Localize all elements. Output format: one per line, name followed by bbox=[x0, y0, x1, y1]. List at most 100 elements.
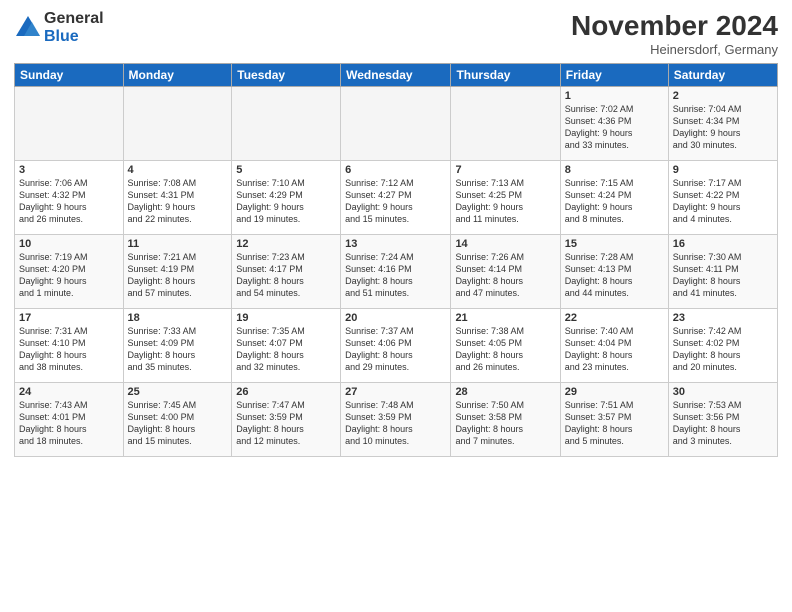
day-info: Sunrise: 7:21 AM Sunset: 4:19 PM Dayligh… bbox=[128, 251, 228, 300]
col-tuesday: Tuesday bbox=[232, 64, 341, 87]
col-friday: Friday bbox=[560, 64, 668, 87]
day-number: 29 bbox=[565, 386, 664, 398]
day-cell: 22Sunrise: 7:40 AM Sunset: 4:04 PM Dayli… bbox=[560, 309, 668, 383]
day-info: Sunrise: 7:53 AM Sunset: 3:56 PM Dayligh… bbox=[673, 399, 773, 448]
day-number: 18 bbox=[128, 312, 228, 324]
day-info: Sunrise: 7:13 AM Sunset: 4:25 PM Dayligh… bbox=[455, 177, 555, 226]
day-cell: 21Sunrise: 7:38 AM Sunset: 4:05 PM Dayli… bbox=[451, 309, 560, 383]
col-sunday: Sunday bbox=[15, 64, 124, 87]
day-info: Sunrise: 7:10 AM Sunset: 4:29 PM Dayligh… bbox=[236, 177, 336, 226]
day-number: 20 bbox=[345, 312, 446, 324]
day-cell: 14Sunrise: 7:26 AM Sunset: 4:14 PM Dayli… bbox=[451, 235, 560, 309]
day-number: 6 bbox=[345, 164, 446, 176]
day-cell: 11Sunrise: 7:21 AM Sunset: 4:19 PM Dayli… bbox=[123, 235, 232, 309]
logo-blue: Blue bbox=[44, 28, 104, 46]
logo-text: General Blue bbox=[44, 10, 104, 45]
day-number: 28 bbox=[455, 386, 555, 398]
day-cell: 24Sunrise: 7:43 AM Sunset: 4:01 PM Dayli… bbox=[15, 383, 124, 457]
day-cell: 10Sunrise: 7:19 AM Sunset: 4:20 PM Dayli… bbox=[15, 235, 124, 309]
day-info: Sunrise: 7:15 AM Sunset: 4:24 PM Dayligh… bbox=[565, 177, 664, 226]
day-number: 17 bbox=[19, 312, 119, 324]
header-row: Sunday Monday Tuesday Wednesday Thursday… bbox=[15, 64, 778, 87]
day-info: Sunrise: 7:51 AM Sunset: 3:57 PM Dayligh… bbox=[565, 399, 664, 448]
day-info: Sunrise: 7:42 AM Sunset: 4:02 PM Dayligh… bbox=[673, 325, 773, 374]
day-cell: 26Sunrise: 7:47 AM Sunset: 3:59 PM Dayli… bbox=[232, 383, 341, 457]
day-cell: 5Sunrise: 7:10 AM Sunset: 4:29 PM Daylig… bbox=[232, 161, 341, 235]
day-cell bbox=[451, 87, 560, 161]
day-number: 10 bbox=[19, 238, 119, 250]
day-info: Sunrise: 7:23 AM Sunset: 4:17 PM Dayligh… bbox=[236, 251, 336, 300]
day-number: 5 bbox=[236, 164, 336, 176]
day-info: Sunrise: 7:37 AM Sunset: 4:06 PM Dayligh… bbox=[345, 325, 446, 374]
day-info: Sunrise: 7:43 AM Sunset: 4:01 PM Dayligh… bbox=[19, 399, 119, 448]
day-number: 8 bbox=[565, 164, 664, 176]
day-cell: 23Sunrise: 7:42 AM Sunset: 4:02 PM Dayli… bbox=[668, 309, 777, 383]
day-cell: 1Sunrise: 7:02 AM Sunset: 4:36 PM Daylig… bbox=[560, 87, 668, 161]
day-cell: 27Sunrise: 7:48 AM Sunset: 3:59 PM Dayli… bbox=[341, 383, 451, 457]
day-number: 23 bbox=[673, 312, 773, 324]
day-info: Sunrise: 7:08 AM Sunset: 4:31 PM Dayligh… bbox=[128, 177, 228, 226]
day-cell bbox=[15, 87, 124, 161]
day-number: 1 bbox=[565, 90, 664, 102]
col-thursday: Thursday bbox=[451, 64, 560, 87]
day-cell: 15Sunrise: 7:28 AM Sunset: 4:13 PM Dayli… bbox=[560, 235, 668, 309]
day-cell: 20Sunrise: 7:37 AM Sunset: 4:06 PM Dayli… bbox=[341, 309, 451, 383]
day-number: 15 bbox=[565, 238, 664, 250]
day-number: 13 bbox=[345, 238, 446, 250]
day-info: Sunrise: 7:17 AM Sunset: 4:22 PM Dayligh… bbox=[673, 177, 773, 226]
day-info: Sunrise: 7:04 AM Sunset: 4:34 PM Dayligh… bbox=[673, 103, 773, 152]
col-monday: Monday bbox=[123, 64, 232, 87]
title-area: November 2024 Heinersdorf, Germany bbox=[571, 10, 778, 57]
logo: General Blue bbox=[14, 10, 104, 45]
day-info: Sunrise: 7:02 AM Sunset: 4:36 PM Dayligh… bbox=[565, 103, 664, 152]
day-info: Sunrise: 7:26 AM Sunset: 4:14 PM Dayligh… bbox=[455, 251, 555, 300]
day-info: Sunrise: 7:30 AM Sunset: 4:11 PM Dayligh… bbox=[673, 251, 773, 300]
day-number: 4 bbox=[128, 164, 228, 176]
day-number: 24 bbox=[19, 386, 119, 398]
day-number: 22 bbox=[565, 312, 664, 324]
header: General Blue November 2024 Heinersdorf, … bbox=[14, 10, 778, 57]
day-info: Sunrise: 7:35 AM Sunset: 4:07 PM Dayligh… bbox=[236, 325, 336, 374]
week-row-1: 3Sunrise: 7:06 AM Sunset: 4:32 PM Daylig… bbox=[15, 161, 778, 235]
day-number: 27 bbox=[345, 386, 446, 398]
day-cell: 16Sunrise: 7:30 AM Sunset: 4:11 PM Dayli… bbox=[668, 235, 777, 309]
month-title: November 2024 bbox=[571, 10, 778, 42]
week-row-2: 10Sunrise: 7:19 AM Sunset: 4:20 PM Dayli… bbox=[15, 235, 778, 309]
day-number: 14 bbox=[455, 238, 555, 250]
day-number: 19 bbox=[236, 312, 336, 324]
day-info: Sunrise: 7:06 AM Sunset: 4:32 PM Dayligh… bbox=[19, 177, 119, 226]
week-row-0: 1Sunrise: 7:02 AM Sunset: 4:36 PM Daylig… bbox=[15, 87, 778, 161]
day-info: Sunrise: 7:33 AM Sunset: 4:09 PM Dayligh… bbox=[128, 325, 228, 374]
calendar: Sunday Monday Tuesday Wednesday Thursday… bbox=[14, 63, 778, 457]
day-info: Sunrise: 7:19 AM Sunset: 4:20 PM Dayligh… bbox=[19, 251, 119, 300]
day-number: 30 bbox=[673, 386, 773, 398]
day-cell: 8Sunrise: 7:15 AM Sunset: 4:24 PM Daylig… bbox=[560, 161, 668, 235]
day-cell: 3Sunrise: 7:06 AM Sunset: 4:32 PM Daylig… bbox=[15, 161, 124, 235]
day-cell: 28Sunrise: 7:50 AM Sunset: 3:58 PM Dayli… bbox=[451, 383, 560, 457]
day-cell: 18Sunrise: 7:33 AM Sunset: 4:09 PM Dayli… bbox=[123, 309, 232, 383]
day-number: 2 bbox=[673, 90, 773, 102]
day-cell: 9Sunrise: 7:17 AM Sunset: 4:22 PM Daylig… bbox=[668, 161, 777, 235]
day-number: 21 bbox=[455, 312, 555, 324]
page: General Blue November 2024 Heinersdorf, … bbox=[0, 0, 792, 612]
day-info: Sunrise: 7:50 AM Sunset: 3:58 PM Dayligh… bbox=[455, 399, 555, 448]
col-wednesday: Wednesday bbox=[341, 64, 451, 87]
day-info: Sunrise: 7:28 AM Sunset: 4:13 PM Dayligh… bbox=[565, 251, 664, 300]
logo-general: General bbox=[44, 10, 104, 28]
day-cell: 12Sunrise: 7:23 AM Sunset: 4:17 PM Dayli… bbox=[232, 235, 341, 309]
logo-icon bbox=[14, 14, 42, 42]
week-row-4: 24Sunrise: 7:43 AM Sunset: 4:01 PM Dayli… bbox=[15, 383, 778, 457]
day-info: Sunrise: 7:45 AM Sunset: 4:00 PM Dayligh… bbox=[128, 399, 228, 448]
day-number: 3 bbox=[19, 164, 119, 176]
day-cell: 2Sunrise: 7:04 AM Sunset: 4:34 PM Daylig… bbox=[668, 87, 777, 161]
day-cell bbox=[123, 87, 232, 161]
week-row-3: 17Sunrise: 7:31 AM Sunset: 4:10 PM Dayli… bbox=[15, 309, 778, 383]
day-cell: 25Sunrise: 7:45 AM Sunset: 4:00 PM Dayli… bbox=[123, 383, 232, 457]
day-cell: 17Sunrise: 7:31 AM Sunset: 4:10 PM Dayli… bbox=[15, 309, 124, 383]
day-cell: 6Sunrise: 7:12 AM Sunset: 4:27 PM Daylig… bbox=[341, 161, 451, 235]
day-number: 26 bbox=[236, 386, 336, 398]
day-info: Sunrise: 7:24 AM Sunset: 4:16 PM Dayligh… bbox=[345, 251, 446, 300]
day-info: Sunrise: 7:48 AM Sunset: 3:59 PM Dayligh… bbox=[345, 399, 446, 448]
day-number: 16 bbox=[673, 238, 773, 250]
day-info: Sunrise: 7:38 AM Sunset: 4:05 PM Dayligh… bbox=[455, 325, 555, 374]
